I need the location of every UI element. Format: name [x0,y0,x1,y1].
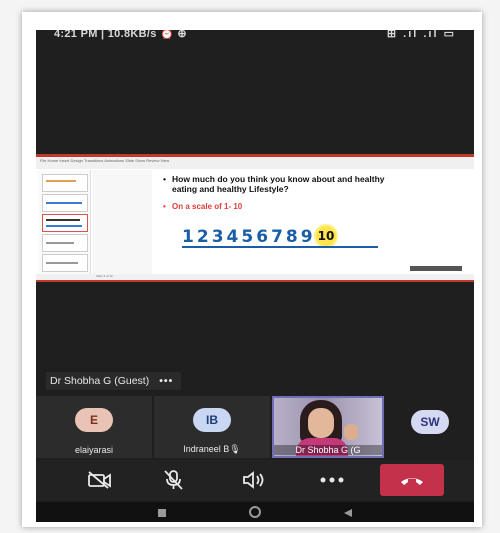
current-slide: How much do you think you know about and… [154,170,410,270]
slide-thumbnail [42,174,88,192]
participant-video-tile[interactable]: Dr Shobha G (G [272,396,384,458]
scale-number-ten: 10 [315,226,337,246]
slide-question: How much do you think you know about and… [163,174,406,194]
participant-tile[interactable]: IB Indraneel B🎙 [154,396,270,458]
participant-name: Dr Shobha G (G [274,445,382,455]
status-time: 4:21 PM | 10.8KB/s ⏰ ⊕ [54,30,187,40]
back-button[interactable] [342,506,354,522]
call-controls [36,460,474,500]
presenter-name: Dr Shobha G (Guest) [50,375,150,387]
thumb-line [46,180,76,182]
scale-number: 8 [285,227,298,247]
end-call-icon [401,478,423,485]
mute-button[interactable] [146,466,202,494]
thumb-line [46,242,74,244]
more-icon [320,477,344,483]
recent-apps-icon [158,509,166,517]
slide-thumbnail [42,254,88,272]
scale-line [182,246,378,248]
speaker-button[interactable] [226,466,282,494]
ppt-statusbar: Slide 3 of 12 [36,274,474,282]
scale-number: 4 [226,227,239,247]
scale-number: 9 [300,227,313,247]
slide-thumbnail-active [42,214,88,232]
scale-number: 7 [271,227,283,247]
back-icon [344,509,352,517]
ppt-side-panel [92,170,152,274]
mic-off-icon [164,470,183,490]
ppt-scrollbar [410,266,462,271]
shared-screen[interactable]: File Home Insert Design Transitions Anim… [36,154,474,282]
thumb-line [46,262,78,264]
ppt-ribbon: File Home Insert Design Transitions Anim… [36,154,474,169]
ppt-ribbon-tabs: File Home Insert Design Transitions Anim… [40,158,170,163]
avatar: SW [411,410,449,434]
participant-tile[interactable]: E elaiyarasi [36,396,152,458]
participant-name: Indraneel B🎙 [183,444,241,454]
video-person-face [308,408,334,438]
android-nav-bar [36,502,474,522]
participant-tile[interactable]: SW [386,396,474,458]
scale-number: 1 [182,227,194,247]
scale-number: 6 [256,227,269,247]
status-icons: ⊞ .ıl .ıl ▭ [386,30,456,40]
participant-strip: E elaiyarasi IB Indraneel B🎙 Dr Shobha G… [36,396,474,458]
scale-number: 2 [196,227,209,247]
scale-number: 3 [211,227,224,247]
presenter-label[interactable]: Dr Shobha G (Guest) ••• [46,372,182,390]
phone-screen: 4:21 PM | 10.8KB/s ⏰ ⊕ ⊞ .ıl .ıl ▭ File … [36,30,474,522]
thumb-line [46,225,82,227]
slide-thumbnails [38,170,91,274]
thumb-line [46,219,80,221]
slide-thumbnail [42,234,88,252]
slide-scale-text: On a scale of 1- 10 [163,202,242,211]
video-person-hand [344,424,358,440]
speaker-icon [243,471,264,489]
participant-name: elaiyarasi [74,445,114,455]
scale-numbers: 1 2 3 4 5 6 7 8 9 10 [182,222,339,246]
scale-number: 5 [241,227,254,247]
more-options-button[interactable] [304,466,360,494]
end-call-button[interactable] [380,464,444,496]
ppt-status-text: Slide 3 of 12 [96,274,113,278]
camera-toggle-button[interactable] [72,466,128,494]
avatar: IB [193,408,231,432]
recent-apps-button[interactable] [156,506,168,522]
slide-thumbnail [42,194,88,212]
avatar: E [75,408,113,432]
thumb-line [46,202,82,204]
status-bar: 4:21 PM | 10.8KB/s ⏰ ⊕ ⊞ .ıl .ıl ▭ [36,30,474,44]
home-icon [249,506,261,518]
home-button[interactable] [248,505,262,522]
presenter-more-icon[interactable]: ••• [159,372,173,390]
video-off-icon [88,471,111,489]
